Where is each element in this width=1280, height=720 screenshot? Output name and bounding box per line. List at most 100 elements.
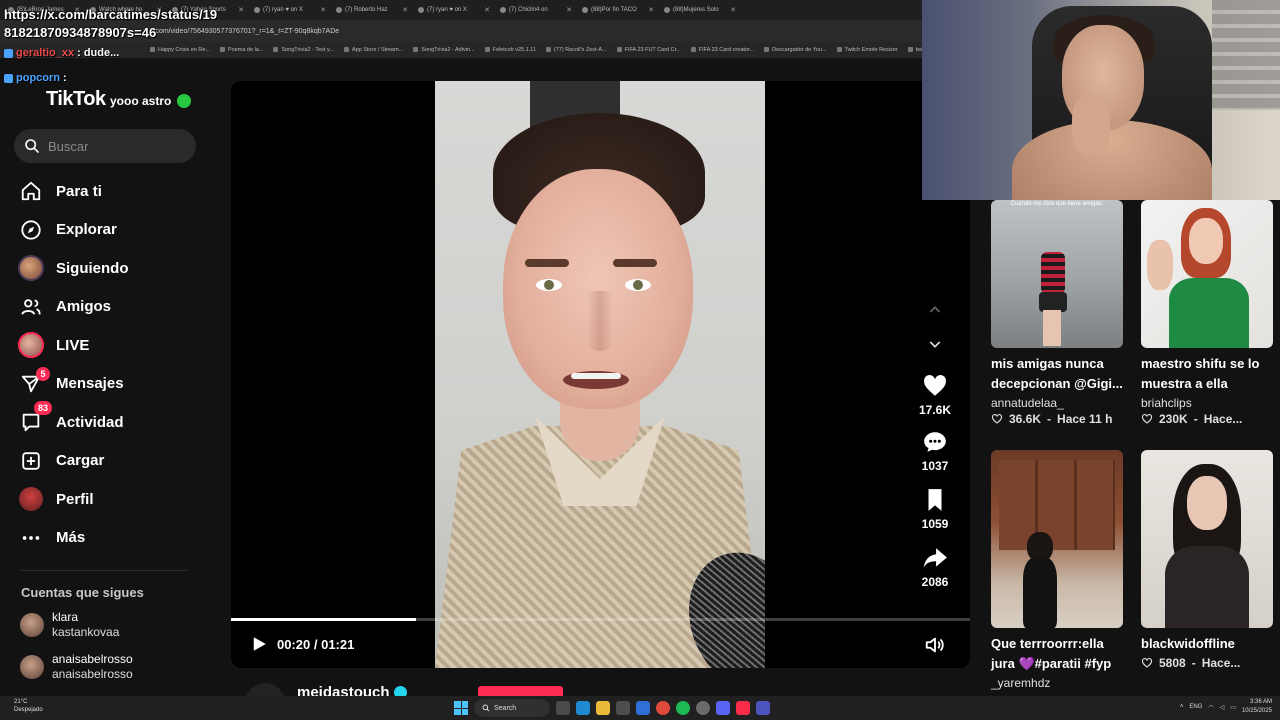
thumbnail-figure-top (1041, 252, 1065, 294)
profile-avatar-icon (18, 486, 44, 512)
discord-icon[interactable] (716, 701, 730, 715)
comment-button[interactable]: 1037 (912, 429, 958, 473)
close-icon[interactable]: ✕ (484, 6, 490, 14)
sidebar-item-siguiendo[interactable]: Siguiendo (18, 249, 208, 288)
sidebar-item-para-ti[interactable]: Para ti (18, 172, 208, 211)
music-icon[interactable] (736, 701, 750, 715)
thumbnail-figure-legs (1043, 310, 1061, 346)
bookmark-item[interactable]: Twitch Emote Resizer (837, 47, 898, 53)
bookmark-item[interactable]: Poema de la... (220, 47, 263, 53)
sidebar-item-cargar[interactable]: Cargar (18, 442, 208, 481)
thumbnail-figure-skirt (1039, 292, 1067, 312)
bookmark-item[interactable]: twitch emote resiz... (908, 47, 922, 53)
video-frame[interactable] (435, 81, 765, 668)
followed-account[interactable]: klara kastankovaa (20, 610, 119, 640)
bookmark-item[interactable]: SongTrivia2 - Test y... (273, 47, 333, 53)
close-icon[interactable]: ✕ (730, 6, 736, 14)
bookmark-item[interactable]: Descargador de You... (764, 47, 826, 53)
like-button[interactable]: 17.6K (912, 373, 958, 417)
video-thumbnail[interactable] (1141, 450, 1273, 628)
sidebar-item-mas[interactable]: Más (18, 519, 208, 558)
volume-icon (925, 637, 944, 653)
battery-icon[interactable]: ▭ (1230, 704, 1236, 711)
weather-temp: 21°C (14, 699, 28, 705)
suggested-video-card[interactable]: Cuando me dice que tiene amigas: mis ami… (991, 200, 1123, 426)
bookmark-item[interactable]: Feletcob v25.1.11 (485, 47, 536, 53)
video-player[interactable]: 00:20 / 01:21 (231, 81, 970, 668)
suggested-video-card[interactable]: blackwidoffline 5808 - Hace... (1141, 450, 1273, 670)
teams-icon[interactable] (756, 701, 770, 715)
taskbar-search[interactable]: Search (474, 699, 550, 717)
close-icon[interactable]: ✕ (402, 6, 408, 14)
mail-icon[interactable] (636, 701, 650, 715)
task-view-icon[interactable] (556, 701, 570, 715)
browser-tab[interactable]: (7) ryan ♥ on X ✕ (414, 2, 494, 18)
activity-badge: 83 (34, 401, 52, 416)
search-input[interactable] (48, 138, 178, 154)
bookmark-item[interactable]: App Store / Stream... (344, 47, 403, 53)
weather-widget[interactable]: 21°C Despejado (14, 698, 43, 714)
wifi-icon[interactable]: ◠ (1208, 704, 1213, 711)
thumbnail-wardrobe (999, 460, 1115, 550)
sidebar-item-mensajes[interactable]: 5 Mensajes (18, 365, 208, 404)
suggested-video-card[interactable]: Que terrroorrr:ella jura 💜#paratii #fyp … (991, 450, 1123, 690)
sidebar-item-amigos[interactable]: Amigos (18, 288, 208, 327)
sidebar-item-explorar[interactable]: Explorar (18, 211, 208, 250)
bookmark-item[interactable]: SongTrivia2 - Adivin... (413, 47, 474, 53)
search-bar[interactable] (14, 129, 196, 163)
close-icon[interactable]: ✕ (238, 6, 244, 14)
close-icon[interactable]: ✕ (648, 6, 654, 14)
close-icon[interactable]: ✕ (320, 6, 326, 14)
windows-start-icon[interactable] (454, 701, 468, 715)
sidebar-item-label: Para ti (56, 182, 102, 200)
sidebar-item-actividad[interactable]: 83 Actividad (18, 401, 208, 442)
play-button[interactable] (249, 634, 269, 654)
video-thumbnail[interactable] (1141, 200, 1273, 348)
speaker-icon[interactable]: ◁ (1220, 704, 1225, 711)
playback-time: 00:20 / 01:21 (277, 637, 355, 652)
following-header: Cuentas que sigues (21, 585, 144, 600)
close-icon[interactable]: ✕ (566, 6, 572, 14)
play-icon (253, 637, 266, 651)
emote-icon (177, 94, 192, 108)
sidebar-item-label: Mensajes (56, 375, 124, 393)
volume-button[interactable] (924, 634, 946, 656)
bookmark-item[interactable]: (77) Racoll's Zest-A... (546, 47, 607, 53)
taskbar-clock[interactable]: 3:36 AM 10/25/2025 (1242, 698, 1272, 716)
sidebar-item-perfil[interactable]: Perfil (18, 480, 208, 519)
store-icon[interactable] (616, 701, 630, 715)
browser-tab[interactable]: (7) Chiclin4 on ✕ (496, 2, 576, 18)
chevron-up-icon[interactable]: ˄ (1180, 704, 1184, 710)
bookmark-item[interactable]: FIFA 23 Card creator... (691, 47, 754, 53)
file-explorer-icon[interactable] (596, 701, 610, 715)
upload-icon (18, 448, 44, 474)
edge-icon[interactable] (576, 701, 590, 715)
browser-tab[interactable]: (7) ryan ♥ on X ✕ (250, 2, 330, 18)
next-video-button[interactable] (924, 333, 946, 355)
browser-tab[interactable]: (88)Por fin TACO ✕ (578, 2, 658, 18)
previous-video-button[interactable] (924, 299, 946, 321)
progress-bar[interactable] (231, 618, 970, 621)
bookmark-item[interactable]: FIFA 23 FUT Card Cr... (617, 47, 681, 53)
like-count: 17.6K (918, 403, 952, 417)
spotify-icon[interactable] (676, 701, 690, 715)
chat-message: : (63, 72, 67, 84)
tab-title: (88)Mujeres Solo (673, 7, 719, 13)
card-title: maestro shifu se lo muestra a ella (1141, 356, 1260, 391)
bookmark-item[interactable]: Happy Crisis en Re... (150, 47, 210, 53)
share-button[interactable]: 2086 (912, 545, 958, 589)
tiktok-logo[interactable]: TikTok (46, 88, 106, 111)
obs-icon[interactable] (696, 701, 710, 715)
video-thumbnail[interactable]: Cuando me dice que tiene amigas: (991, 200, 1123, 348)
clock-date: 10/25/2025 (1241, 708, 1272, 714)
video-thumbnail[interactable] (991, 450, 1123, 628)
chrome-icon[interactable] (656, 701, 670, 715)
followed-account[interactable]: anaisabelrosso anaisabelrosso (20, 652, 133, 682)
suggested-video-card[interactable]: maestro shifu se lo muestra a ella briah… (1141, 200, 1273, 426)
progress-fill (231, 618, 416, 621)
save-button[interactable]: 1059 (912, 487, 958, 531)
sidebar-item-live[interactable]: LIVE (18, 326, 208, 365)
browser-tab[interactable]: (88)Mujeres Solo ✕ (660, 2, 740, 18)
language-indicator[interactable]: ENG (1189, 704, 1202, 710)
browser-tab[interactable]: (7) Roberto Haz ✕ (332, 2, 412, 18)
